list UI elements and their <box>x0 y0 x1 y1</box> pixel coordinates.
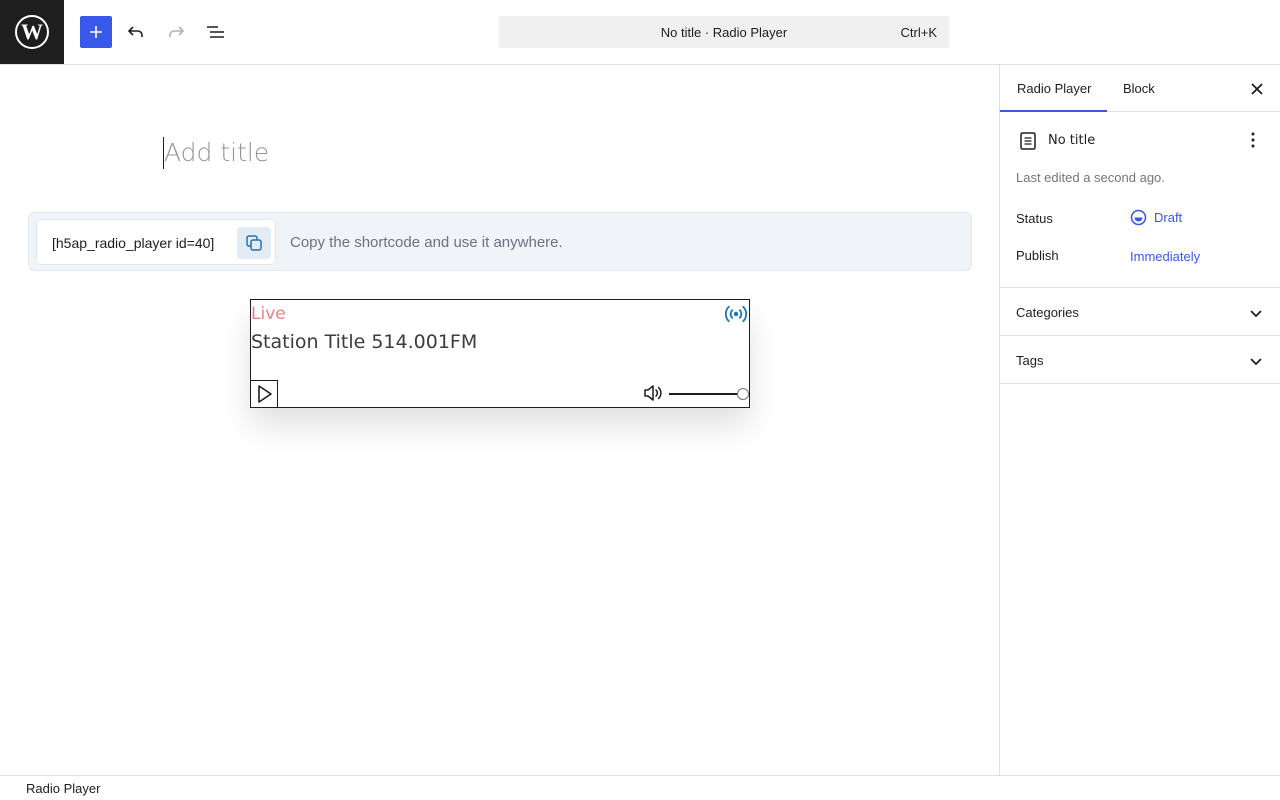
close-icon <box>1251 83 1263 95</box>
chevron-down-icon <box>1250 310 1262 318</box>
page-icon <box>1020 132 1036 150</box>
document-overview-icon <box>207 26 224 38</box>
block-breadcrumb-bar: Radio Player <box>0 775 1280 800</box>
broadcast-icon <box>724 305 748 323</box>
categories-panel-toggle[interactable]: Categories <box>1000 288 1280 336</box>
settings-sidebar: Radio Player Block No title Last edited … <box>999 65 1280 775</box>
undo-icon <box>127 26 143 37</box>
tab-radio-player[interactable]: Radio Player <box>1000 65 1107 112</box>
shortcode-panel: [h5ap_radio_player id=40] Copy the short… <box>28 212 972 271</box>
post-title: No title <box>1048 133 1096 148</box>
live-label: Live <box>251 304 286 324</box>
post-actions-button[interactable] <box>1241 128 1265 152</box>
volume-thumb[interactable] <box>737 388 749 400</box>
categories-panel-title: Categories <box>1016 305 1079 320</box>
volume-icon[interactable] <box>643 384 663 402</box>
command-palette-button[interactable]: No title · Radio Player Ctrl+K <box>499 16 949 48</box>
station-title: Station Title 514.001FM <box>251 331 478 353</box>
editor-canvas: Add title [h5ap_radio_player id=40] Copy… <box>0 65 999 775</box>
radio-player-block[interactable]: Live Station Title 514.001FM <box>250 299 750 408</box>
tags-panel-title: Tags <box>1016 353 1044 368</box>
shortcode-help-text: Copy the shortcode and use it anywhere. <box>290 234 563 251</box>
undo-button[interactable] <box>120 16 152 48</box>
wordpress-logo-icon: W <box>15 15 49 49</box>
tab-block[interactable]: Block <box>1107 65 1167 112</box>
play-icon <box>258 385 272 403</box>
sidebar-tabs: Radio Player Block <box>1000 65 1280 112</box>
redo-icon <box>169 26 185 37</box>
wordpress-logo-button[interactable]: W <box>0 0 64 64</box>
command-title: No title · Radio Player <box>660 24 788 40</box>
chevron-down-icon <box>1250 358 1262 366</box>
breadcrumb-radio-player[interactable]: Radio Player <box>26 781 100 796</box>
document-overview-button[interactable] <box>200 16 232 48</box>
editor-header: W No title · Radio Player Ctrl+K <box>0 0 1280 65</box>
publish-label: Publish <box>1016 248 1059 263</box>
post-title-input[interactable]: Add title <box>163 137 269 169</box>
redo-button[interactable] <box>160 16 192 48</box>
status-label: Status <box>1016 211 1053 226</box>
more-vertical-icon <box>1251 132 1255 148</box>
volume-track <box>669 393 743 395</box>
volume-slider[interactable] <box>669 388 749 400</box>
status-value: Draft <box>1154 210 1183 225</box>
shortcode-text: [h5ap_radio_player id=40] <box>52 235 215 251</box>
publish-date-button[interactable]: Immediately <box>1130 249 1200 264</box>
shortcode-field[interactable]: [h5ap_radio_player id=40] <box>36 219 276 265</box>
svg-text:W: W <box>21 19 43 44</box>
plus-icon <box>90 26 102 38</box>
command-shortcut: Ctrl+K <box>900 25 937 40</box>
copy-shortcode-button[interactable] <box>237 227 271 259</box>
add-block-button[interactable] <box>80 16 112 48</box>
status-button[interactable]: Draft <box>1130 209 1182 226</box>
last-edited-text: Last edited a second ago. <box>1016 170 1165 185</box>
close-sidebar-button[interactable] <box>1245 77 1269 101</box>
play-button[interactable] <box>250 380 278 408</box>
draft-circle-icon <box>1130 209 1147 226</box>
post-summary-panel: No title Last edited a second ago. Statu… <box>1000 112 1280 288</box>
tags-panel-toggle[interactable]: Tags <box>1000 336 1280 384</box>
copy-icon <box>246 235 262 251</box>
